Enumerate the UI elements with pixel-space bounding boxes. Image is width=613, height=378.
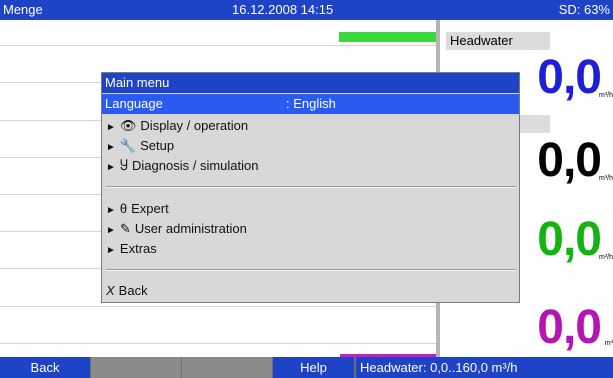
channel-value: 0,0 [537, 51, 602, 104]
language-value: : English [286, 96, 336, 111]
blank-softkey[interactable] [91, 357, 181, 378]
menu-item-setup[interactable]: ► 🔧 Setup [106, 136, 174, 156]
menu-separator [106, 269, 516, 271]
softkey-bar: Back Help Headwater: 0,0..160,0 m³/h [0, 357, 613, 378]
wrench-icon: 🔧 [119, 138, 137, 153]
menu-item-label: Extras [119, 241, 157, 256]
menu-item-label: Expert [131, 201, 169, 216]
top-status-bar: Menge 16.12.2008 14:15 SD: 63% [0, 0, 613, 20]
submenu-arrow-icon: ► [106, 162, 116, 173]
back-x-icon: X [106, 283, 115, 298]
sd-card-status: SD: 63% [558, 2, 610, 17]
menu-separator [106, 186, 516, 188]
blank-softkey[interactable] [182, 357, 272, 378]
menu-item-label: User administration [134, 221, 247, 236]
menu-item-extras[interactable]: ► Extras [106, 239, 157, 259]
key-icon: ✎ [119, 221, 131, 236]
menu-item-language[interactable]: Language : English [102, 94, 519, 114]
submenu-arrow-icon: ► [106, 205, 116, 216]
stethoscope-icon: Ⴘ [119, 158, 129, 173]
menu-item-back[interactable]: X Back [106, 281, 148, 301]
channel-value: 0,0 [537, 134, 602, 187]
expert-icon: θ [119, 201, 128, 216]
channel-unit: m³/h [599, 254, 613, 261]
gridline [0, 45, 436, 46]
menu-item-label: Diagnosis / simulation [132, 158, 259, 173]
menu-item-diagnosis-simulation[interactable]: ► Ⴘ Diagnosis / simulation [106, 156, 258, 176]
menu-item-label: Back [118, 283, 148, 298]
channel-label: Headwater [446, 32, 550, 50]
channel-unit: m³ [604, 340, 613, 347]
back-softkey[interactable]: Back [0, 357, 90, 378]
menu-item-label: Setup [140, 138, 175, 153]
language-label: Language [105, 96, 163, 111]
submenu-arrow-icon: ► [106, 245, 116, 256]
menu-item-user-administration[interactable]: ► ✎ User administration [106, 219, 247, 239]
submenu-arrow-icon: ► [106, 225, 116, 236]
eye-icon: 👁 [119, 118, 137, 133]
trend-marker-green [339, 32, 436, 42]
menu-title: Main menu [102, 73, 519, 93]
gridline [0, 306, 436, 307]
menu-item-display-operation[interactable]: ► 👁 Display / operation [106, 116, 248, 136]
menu-item-label: Display / operation [140, 118, 249, 133]
submenu-arrow-icon: ► [106, 142, 116, 153]
channel-range-status: Headwater: 0,0..160,0 m³/h [356, 357, 613, 378]
main-menu: Main menu Language : English ► 👁 Display /… [101, 72, 520, 303]
channel-value: 0,0 [537, 301, 602, 354]
date-time: 16.12.2008 14:15 [232, 2, 334, 17]
help-softkey[interactable]: Help [273, 357, 354, 378]
window-title: Menge [3, 2, 43, 17]
channel-value: 0,0 [537, 213, 602, 266]
channel-unit: m³/h [599, 92, 613, 99]
submenu-arrow-icon: ► [106, 122, 116, 133]
menu-item-expert[interactable]: ► θ Expert [106, 199, 169, 219]
channel-unit: m³/h [599, 175, 613, 182]
gridline [0, 343, 436, 344]
